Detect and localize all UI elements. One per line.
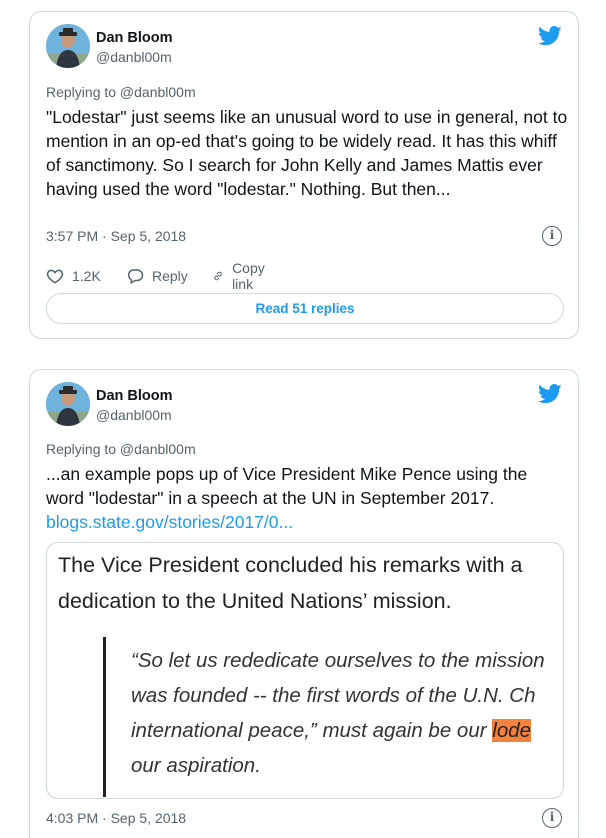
copy-link-label: Copy link [232,260,265,292]
timestamp[interactable]: 3:57 PM · Sep 5, 2018 [46,228,186,244]
author-handle[interactable]: @danbl00m [96,49,172,65]
twitter-bird-icon[interactable] [538,26,562,46]
copy-link-button[interactable]: Copy link [212,260,271,292]
link-icon [214,271,222,281]
embed-text-line: dedication to the United Nations’ missio… [58,589,452,613]
read-replies-button[interactable]: Read 51 replies [46,293,564,324]
tweet-card[interactable]: Dan Bloom @danbl00m Replying to @danbl00… [29,369,579,838]
tweet-text: "Lodestar" just seems like an unusual wo… [46,107,568,199]
reply-icon [127,269,144,285]
tweet-text: ...an example pops up of Vice President … [46,464,528,508]
tweet-link[interactable]: blogs.state.gov/stories/2017/0... [46,510,568,534]
embed-quote-line: was founded -- the first words of the U.… [131,684,536,707]
replying-to[interactable]: Replying to @danbl00m [46,441,196,457]
quote-bar [103,637,106,797]
replying-to[interactable]: Replying to @danbl00m [46,84,196,100]
avatar-image [46,382,90,426]
twitter-bird-icon[interactable] [538,384,562,404]
tweet-text-container: ...an example pops up of Vice President … [46,462,568,534]
embed-text-line: The Vice President concluded his remarks… [58,553,523,577]
info-icon[interactable]: i [542,226,562,246]
avatar-image [46,24,90,68]
avatar[interactable] [46,382,90,426]
embedded-image[interactable]: The Vice President concluded his remarks… [46,542,564,799]
author-handle[interactable]: @danbl00m [96,407,172,423]
embed-quote-text: international peace,” must again be our [131,719,493,742]
reply-label: Reply [152,268,188,284]
heart-icon [46,269,64,284]
embed-quote-line: international peace,” must again be our … [131,719,532,743]
like-count: 1.2K [72,268,101,284]
embed-quote-line: “So let us rededicate ourselves to the m… [131,649,545,672]
timestamp[interactable]: 4:03 PM · Sep 5, 2018 [46,810,186,826]
avatar[interactable] [46,24,90,68]
reply-button[interactable]: Reply [126,266,188,286]
like-button[interactable]: 1.2K [46,266,101,286]
info-icon[interactable]: i [542,808,562,828]
embed-quote-line: our aspiration. [131,754,261,777]
author-name[interactable]: Dan Bloom [96,30,173,46]
highlighted-word: lode [492,719,532,742]
tweet-card[interactable]: Dan Bloom @danbl00m Replying to @danbl00… [29,11,579,339]
author-name[interactable]: Dan Bloom [96,388,173,404]
